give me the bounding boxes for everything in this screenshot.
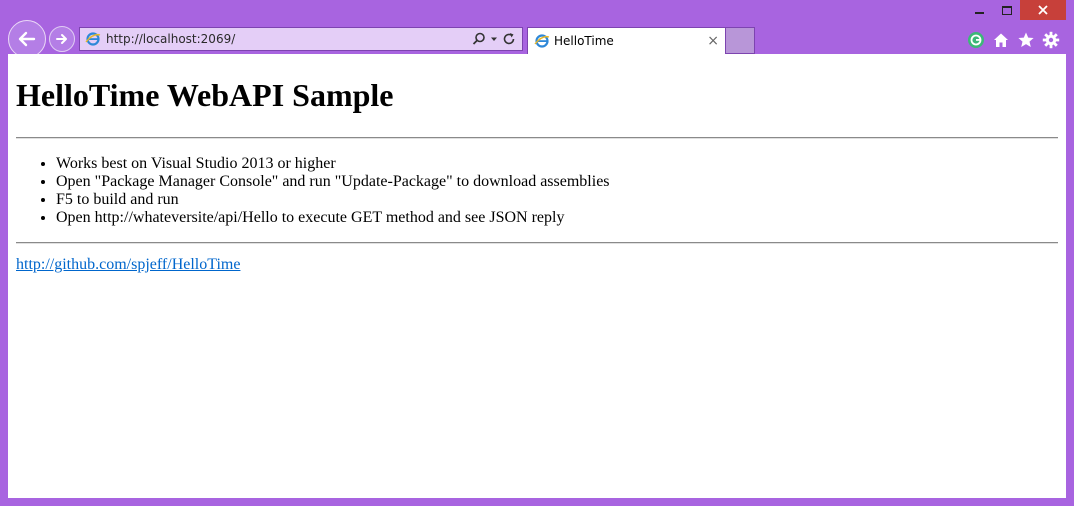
minimize-icon bbox=[975, 12, 984, 14]
maximize-button[interactable] bbox=[993, 0, 1020, 20]
browser-window: http://localhost:2069/ HelloTime × Hello… bbox=[0, 0, 1074, 506]
divider-bottom bbox=[16, 242, 1058, 244]
close-icon bbox=[1038, 5, 1048, 15]
close-window-button[interactable] bbox=[1020, 0, 1066, 20]
forward-arrow-icon bbox=[56, 34, 67, 44]
tab-close-button[interactable]: × bbox=[707, 34, 719, 48]
address-bar[interactable]: http://localhost:2069/ bbox=[79, 27, 523, 51]
home-icon[interactable] bbox=[992, 31, 1010, 49]
ie-page-icon bbox=[534, 34, 550, 48]
new-tab-button[interactable] bbox=[726, 27, 755, 54]
list-item: F5 to build and run bbox=[56, 191, 1058, 209]
list-item: Works best on Visual Studio 2013 or high… bbox=[56, 155, 1058, 173]
extension-icon[interactable] bbox=[967, 31, 985, 49]
forward-button[interactable] bbox=[49, 26, 75, 52]
gear-icon[interactable] bbox=[1042, 31, 1060, 49]
window-controls bbox=[966, 0, 1066, 20]
back-button[interactable] bbox=[8, 20, 46, 58]
divider-top bbox=[16, 137, 1058, 139]
ie-page-icon bbox=[85, 32, 101, 46]
search-icon[interactable] bbox=[472, 32, 486, 46]
browser-toolbar bbox=[967, 31, 1060, 49]
dropdown-icon[interactable] bbox=[490, 35, 498, 43]
instructions-list: Works best on Visual Studio 2013 or high… bbox=[16, 155, 1058, 227]
address-url[interactable]: http://localhost:2069/ bbox=[106, 32, 472, 46]
github-repo-link[interactable]: http://github.com/spjeff/HelloTime bbox=[16, 256, 240, 274]
minimize-button[interactable] bbox=[966, 0, 993, 20]
list-item: Open "Package Manager Console" and run "… bbox=[56, 173, 1058, 191]
refresh-icon[interactable] bbox=[502, 32, 516, 46]
star-icon[interactable] bbox=[1017, 31, 1035, 49]
tab-title: HelloTime bbox=[554, 34, 614, 48]
back-arrow-icon bbox=[18, 31, 36, 47]
page-content: HelloTime WebAPI Sample Works best on Vi… bbox=[8, 54, 1066, 498]
maximize-icon bbox=[1001, 5, 1012, 15]
tab-hellotime[interactable]: HelloTime × bbox=[527, 27, 726, 54]
list-item: Open http://whateversite/api/Hello to ex… bbox=[56, 209, 1058, 227]
address-tools bbox=[472, 32, 516, 46]
page-title: HelloTime WebAPI Sample bbox=[16, 77, 394, 113]
